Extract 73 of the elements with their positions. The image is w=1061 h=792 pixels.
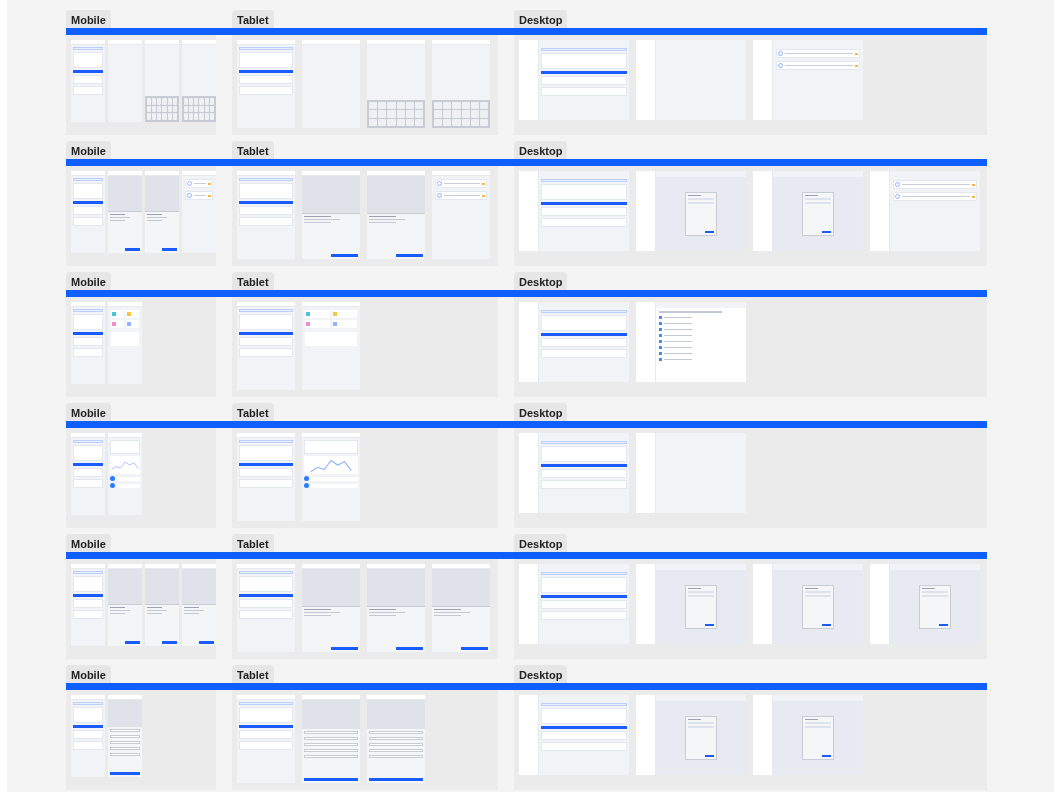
section-label: Tablet bbox=[232, 272, 274, 290]
section-label: Tablet bbox=[232, 665, 274, 683]
section-label: Tablet bbox=[232, 10, 274, 28]
screen-thumbnail[interactable] bbox=[71, 695, 105, 777]
screen-thumbnail[interactable] bbox=[108, 564, 142, 646]
screen-thumbnail[interactable] bbox=[108, 302, 142, 384]
screen-thumbnail[interactable] bbox=[145, 564, 179, 646]
screen-thumbnail[interactable] bbox=[71, 302, 105, 384]
screen-thumbnail[interactable] bbox=[519, 302, 629, 382]
screen-thumbnail[interactable] bbox=[108, 40, 142, 122]
screen-thumbnail[interactable] bbox=[145, 171, 179, 253]
screen-thumbnail[interactable] bbox=[71, 433, 105, 515]
section-label: Mobile bbox=[66, 403, 111, 421]
screen-thumbnail[interactable] bbox=[108, 695, 142, 777]
screen-thumbnail[interactable] bbox=[237, 695, 295, 783]
screen-thumbnail[interactable] bbox=[636, 695, 746, 775]
screen-thumbnail[interactable] bbox=[636, 40, 746, 120]
section-label: Mobile bbox=[66, 665, 111, 683]
screen-thumbnail[interactable] bbox=[302, 433, 360, 521]
section-label: Desktop bbox=[514, 665, 568, 683]
screen-thumbnail[interactable] bbox=[519, 695, 629, 775]
screen-thumbnail[interactable] bbox=[432, 564, 490, 652]
screen-thumbnail[interactable] bbox=[182, 40, 216, 122]
screen-thumbnail[interactable] bbox=[367, 695, 425, 783]
screen-thumbnail[interactable] bbox=[367, 40, 425, 128]
screen-thumbnail[interactable] bbox=[753, 564, 863, 644]
screen-thumbnail[interactable] bbox=[636, 302, 746, 382]
screen-thumbnail[interactable] bbox=[302, 695, 360, 783]
screen-thumbnail[interactable] bbox=[182, 171, 216, 253]
section-label: Mobile bbox=[66, 141, 111, 159]
screen-thumbnail[interactable] bbox=[302, 40, 360, 128]
section-label: Desktop bbox=[514, 403, 568, 421]
screen-thumbnail[interactable] bbox=[753, 171, 863, 251]
section-label: Desktop bbox=[514, 272, 568, 290]
section-label: Tablet bbox=[232, 141, 274, 159]
screen-thumbnail[interactable] bbox=[870, 564, 980, 644]
screen-thumbnail[interactable] bbox=[753, 40, 863, 120]
screen-thumbnail[interactable] bbox=[302, 564, 360, 652]
screen-thumbnail[interactable] bbox=[519, 433, 629, 513]
screen-thumbnail[interactable] bbox=[753, 695, 863, 775]
screen-thumbnail[interactable] bbox=[71, 171, 105, 253]
screen-thumbnail[interactable] bbox=[519, 40, 629, 120]
screen-thumbnail[interactable] bbox=[237, 433, 295, 521]
section-label: Desktop bbox=[514, 141, 568, 159]
screen-thumbnail[interactable] bbox=[432, 171, 490, 259]
section-label: Desktop bbox=[514, 10, 568, 28]
screen-thumbnail[interactable] bbox=[237, 171, 295, 259]
screen-thumbnail[interactable] bbox=[108, 171, 142, 253]
screen-thumbnail[interactable] bbox=[108, 433, 142, 515]
screen-thumbnail[interactable] bbox=[636, 564, 746, 644]
screen-thumbnail[interactable] bbox=[71, 40, 105, 122]
section-label: Desktop bbox=[514, 534, 568, 552]
screen-thumbnail[interactable] bbox=[237, 564, 295, 652]
section-label: Tablet bbox=[232, 403, 274, 421]
screen-thumbnail[interactable] bbox=[302, 171, 360, 259]
screen-thumbnail[interactable] bbox=[636, 171, 746, 251]
section-label: Mobile bbox=[66, 534, 111, 552]
screen-thumbnail[interactable] bbox=[519, 171, 629, 251]
screen-thumbnail[interactable] bbox=[870, 171, 980, 251]
screen-thumbnail[interactable] bbox=[636, 433, 746, 513]
screen-thumbnail[interactable] bbox=[145, 40, 179, 122]
screen-thumbnail[interactable] bbox=[237, 302, 295, 390]
screen-thumbnail[interactable] bbox=[182, 564, 216, 646]
screen-thumbnail[interactable] bbox=[519, 564, 629, 644]
section-label: Tablet bbox=[232, 534, 274, 552]
section-label: Mobile bbox=[66, 272, 111, 290]
section-label: Mobile bbox=[66, 10, 111, 28]
screen-thumbnail[interactable] bbox=[302, 302, 360, 390]
screen-thumbnail[interactable] bbox=[367, 564, 425, 652]
screen-thumbnail[interactable] bbox=[237, 40, 295, 128]
screen-thumbnail[interactable] bbox=[432, 40, 490, 128]
screen-thumbnail[interactable] bbox=[367, 171, 425, 259]
screen-thumbnail[interactable] bbox=[71, 564, 105, 646]
